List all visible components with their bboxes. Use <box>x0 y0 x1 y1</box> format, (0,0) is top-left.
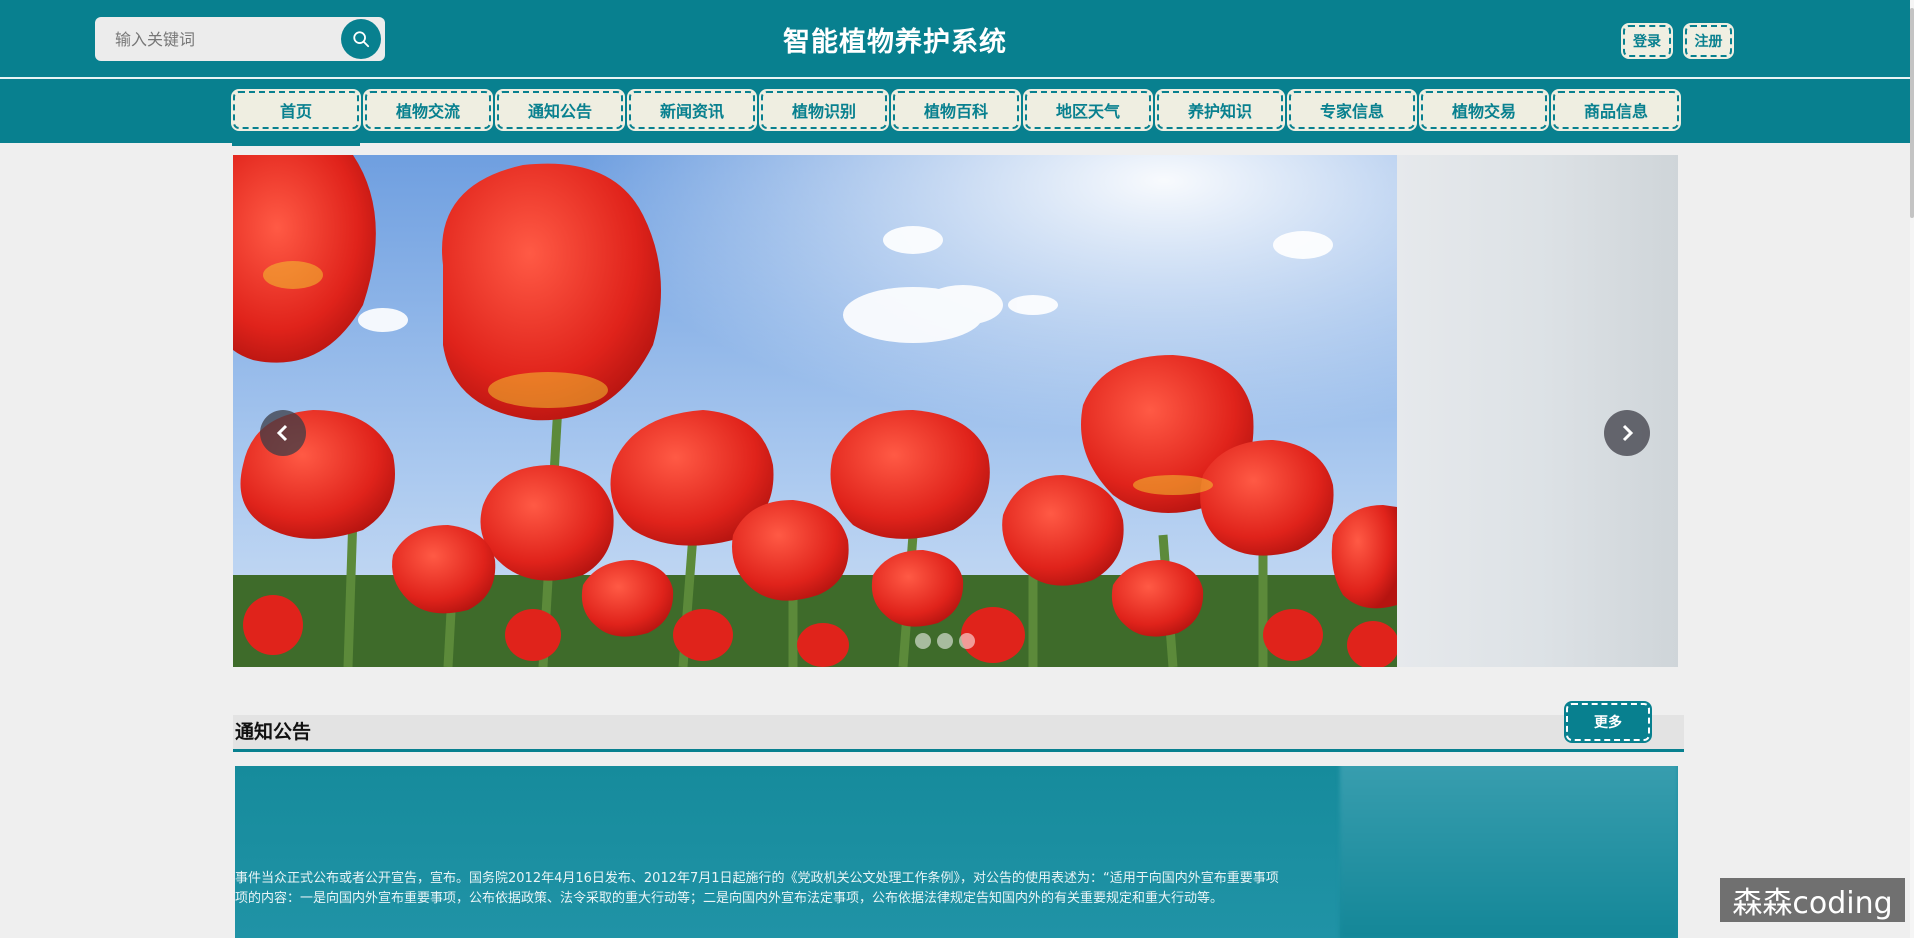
carousel-dot[interactable] <box>937 633 953 649</box>
carousel-prev-button[interactable] <box>260 410 306 456</box>
notice-slide-preview <box>1340 766 1678 938</box>
tulip-field-image <box>233 155 1397 667</box>
nav-item-plant-encyclopedia[interactable]: 植物百科 <box>893 91 1019 129</box>
carousel-indicators <box>915 633 975 649</box>
nav-item-notices[interactable]: 通知公告 <box>497 91 623 129</box>
login-button[interactable]: 登录 <box>1623 25 1671 57</box>
notice-text-line: 项的内容：一是向国内外宣布重要事项，公布依据政策、法令采取的重大行动等；二是向国… <box>235 891 1224 906</box>
notice-section-header: 通知公告 <box>233 715 1684 752</box>
nav-item-plant-trade[interactable]: 植物交易 <box>1421 91 1547 129</box>
notice-slide <box>235 766 1340 938</box>
nav-item-plant-recognition[interactable]: 植物识别 <box>761 91 887 129</box>
notice-text-line: 事件当众正式公布或者公开宣告，宣布。国务院2012年4月16日发布、2012年7… <box>235 871 1279 886</box>
nav-active-indicator <box>232 143 360 146</box>
nav-item-plant-exchange[interactable]: 植物交流 <box>365 91 491 129</box>
watermark: 森森coding <box>1720 878 1905 922</box>
notice-panel[interactable]: 事件当众正式公布或者公开宣告，宣布。国务院2012年4月16日发布、2012年7… <box>235 766 1678 938</box>
main-nav: 首页 植物交流 通知公告 新闻资讯 植物识别 植物百科 地区天气 养护知识 专家… <box>0 79 1914 143</box>
scrollbar-thumb[interactable] <box>1910 8 1914 218</box>
nav-item-home[interactable]: 首页 <box>233 91 359 129</box>
carousel-dot[interactable] <box>915 633 931 649</box>
chevron-left-icon <box>276 424 288 442</box>
nav-item-care-knowledge[interactable]: 养护知识 <box>1157 91 1283 129</box>
nav-item-experts[interactable]: 专家信息 <box>1289 91 1415 129</box>
banner-carousel[interactable] <box>233 155 1678 667</box>
register-button[interactable]: 注册 <box>1685 25 1732 57</box>
nav-item-news[interactable]: 新闻资讯 <box>629 91 755 129</box>
notice-section-title: 通知公告 <box>235 721 312 743</box>
nav-item-products[interactable]: 商品信息 <box>1553 91 1679 129</box>
site-title: 智能植物养护系统 <box>783 27 1007 58</box>
page-scrollbar[interactable] <box>1910 0 1914 938</box>
nav-item-weather[interactable]: 地区天气 <box>1025 91 1151 129</box>
carousel-dot[interactable] <box>959 633 975 649</box>
chevron-right-icon <box>1622 424 1634 442</box>
top-header: 智能植物养护系统 登录 注册 <box>0 0 1914 77</box>
carousel-next-button[interactable] <box>1604 410 1650 456</box>
more-button[interactable]: 更多 <box>1566 703 1650 741</box>
